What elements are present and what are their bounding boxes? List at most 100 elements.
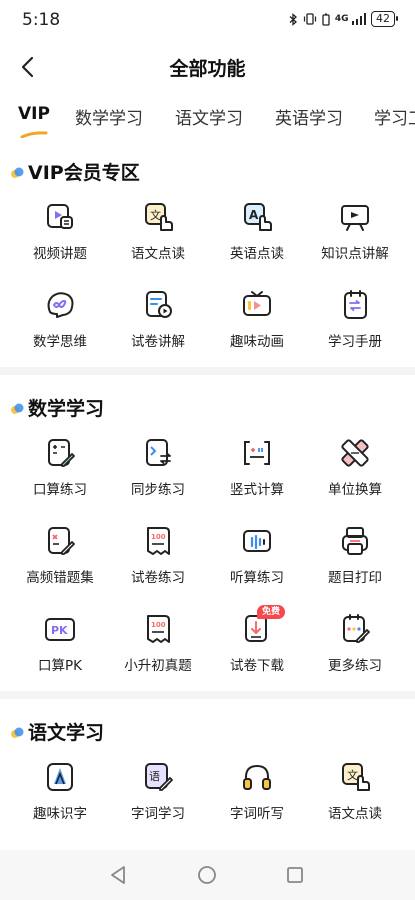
section-dot-icon [10,725,24,739]
section-header: VIP会员专区 [10,158,140,185]
bluetooth-icon [289,12,297,26]
svg-text:100: 100 [151,533,166,541]
feature-label: 语文点读 [328,806,382,822]
error-book-icon [48,527,75,555]
feature-label: 口算练习 [33,482,87,498]
chinese-tap-read-icon: 文 [342,763,370,791]
feature-unit-convert[interactable]: 单位换算 [305,436,405,498]
system-nav-bar [0,850,415,900]
vertical-calc-icon [244,441,270,465]
feature-exam-explain[interactable]: 试卷讲解 [108,288,208,350]
feature-label: 字词学习 [131,806,185,822]
section-header: 语文学习 [10,718,104,745]
feature-video-lesson[interactable]: 视频讲题 [10,200,110,262]
network-type: 4G [334,14,349,24]
feature-label: 学习手册 [328,334,382,350]
math-thinking-icon [47,292,74,318]
animation-icon [243,291,271,316]
feature-label: 试卷练习 [131,570,185,586]
active-tab-indicator [20,131,48,138]
feature-label: 试卷讲解 [131,334,185,350]
video-lesson-icon [47,204,73,229]
feature-label: 试卷下载 [230,658,284,674]
feature-label: 趣味识字 [33,806,87,822]
tab-english[interactable]: 英语学习 [275,104,343,129]
feature-label: 口算PK [38,658,82,674]
svg-text:100: 100 [151,621,166,629]
word-study-icon: 语 [145,763,173,791]
section-dot-icon [10,165,24,179]
battery-saver-icon [322,13,330,26]
nav-home-button[interactable] [195,863,219,887]
nav-recents-button[interactable] [283,863,307,887]
feature-english-tap-read[interactable]: A 英语点读 [207,200,307,262]
feature-word-study[interactable]: 语 字词学习 [108,760,208,822]
unit-convert-icon [341,439,369,467]
feature-animation[interactable]: 趣味动画 [207,288,307,350]
battery-indicator: 42 [371,11,398,27]
signal-icon [351,13,366,25]
feature-label: 英语点读 [230,246,284,262]
feature-character-learn[interactable]: 趣味识字 [10,760,110,822]
entrance-exam-icon: 100 [147,615,170,643]
section-title: 数学学习 [28,398,105,420]
feature-exam-practice[interactable]: 100 试卷练习 [108,524,208,586]
svg-text:A: A [249,208,259,222]
feature-print[interactable]: 题目打印 [305,524,405,586]
feature-label: 题目打印 [328,570,382,586]
feature-vertical-calc[interactable]: 竖式计算 [207,436,307,498]
more-practice-icon [343,614,370,643]
feature-dictation[interactable]: 字词听写 [207,760,307,822]
feature-mental-math-pk[interactable]: PK 口算PK [10,612,110,674]
feature-knowledge-explain[interactable]: 知识点讲解 [305,200,405,262]
nav-back-button[interactable] [106,863,130,887]
feature-label: 字词听写 [230,806,284,822]
feature-label: 数学思维 [33,334,87,350]
section-title: VIP会员专区 [28,162,140,184]
feature-label: 趣味动画 [230,334,284,350]
tab-math[interactable]: 数学学习 [75,104,143,129]
page-title: 全部功能 [169,58,246,80]
feature-error-book[interactable]: 高频错题集 [10,524,110,586]
exam-explain-icon [146,291,172,318]
feature-label: 更多练习 [328,658,382,674]
status-icons: 4G 42 [289,11,398,27]
triangle-back-icon [111,866,125,884]
tab-vip[interactable]: VIP [18,104,50,124]
feature-label: 知识点讲解 [321,246,389,262]
feature-label: 小升初真题 [124,658,192,674]
section-divider [0,367,415,375]
feature-label: 听算练习 [230,570,284,586]
feature-study-handbook[interactable]: 学习手册 [305,288,405,350]
feature-math-thinking[interactable]: 数学思维 [10,288,110,350]
feature-label: 视频讲题 [33,246,87,262]
feature-label: 单位换算 [328,482,382,498]
svg-text:语: 语 [149,770,160,783]
feature-chinese-tap-read-2[interactable]: 文 语文点读 [305,760,405,822]
page-header: 全部功能 [0,42,415,92]
feature-sync-practice[interactable]: 同步练习 [108,436,208,498]
character-learn-icon [47,763,73,791]
feature-entrance-exam[interactable]: 100 小升初真题 [108,612,208,674]
circle-home-icon [198,866,216,884]
status-time: 5:18 [22,10,61,30]
feature-label: 同步练习 [131,482,185,498]
feature-chinese-tap-read[interactable]: 文 语文点读 [108,200,208,262]
svg-text:PK: PK [51,624,68,637]
tab-study-tools[interactable]: 学习工 [374,104,415,129]
sync-practice-icon [146,439,171,466]
english-tap-read-icon: A [244,203,272,231]
category-tabs: VIP 数学学习 语文学习 英语学习 学习工 [0,98,415,138]
feature-listen-calc[interactable]: 听算练习 [207,524,307,586]
feature-more-practice[interactable]: 更多练习 [305,612,405,674]
svg-text:文: 文 [347,768,358,782]
status-bar: 5:18 4G 42 [0,0,415,40]
square-recents-icon [287,867,303,883]
feature-download-exam[interactable]: 试卷下载 免费 [207,605,307,674]
feature-mental-math[interactable]: 口算练习 [10,436,110,498]
section-header: 数学学习 [10,394,104,421]
feature-label: 竖式计算 [230,482,284,498]
tab-chinese[interactable]: 语文学习 [175,104,243,129]
svg-text:文: 文 [150,208,161,222]
print-icon [342,527,368,555]
